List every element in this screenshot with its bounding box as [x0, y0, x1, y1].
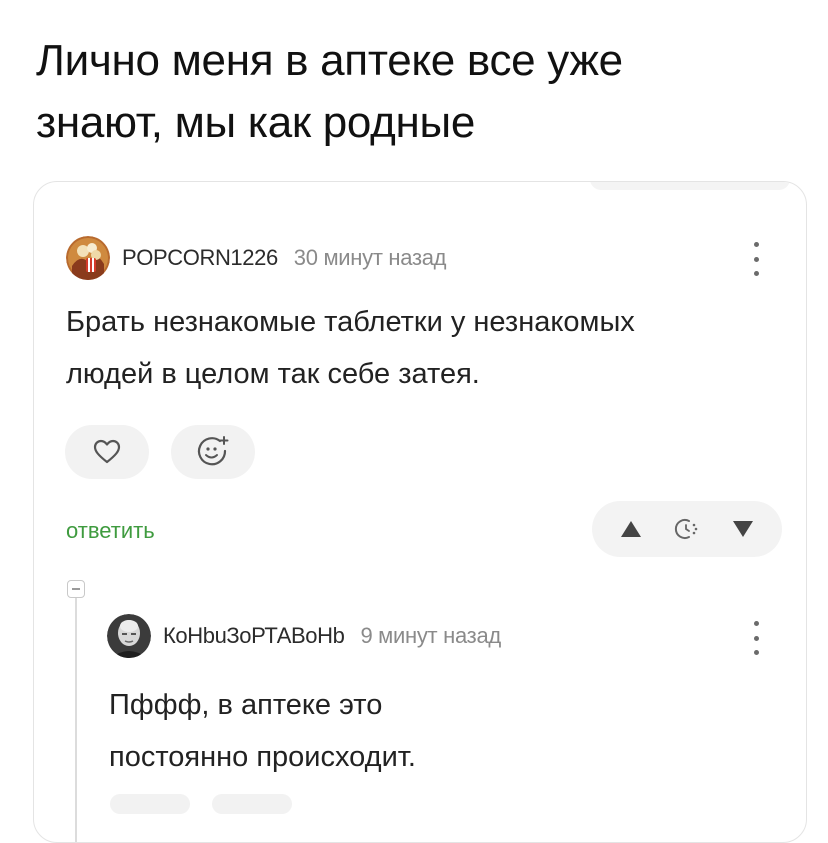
like-button[interactable] [65, 425, 149, 479]
reply-add-reaction-button[interactable] [212, 794, 292, 814]
reply-like-button[interactable] [110, 794, 190, 814]
comment-header: POPCORN1226 30 минут назад [66, 236, 447, 280]
comment-text-line-1: Брать незнакомые таблетки у незнакомых [66, 306, 635, 338]
reply-link[interactable]: ответить [66, 518, 155, 544]
comment-username[interactable]: POPCORN1226 [122, 245, 278, 271]
heart-outline-icon [93, 439, 121, 464]
reply-text: Пффф, в аптеке это постоянно происходит. [109, 679, 416, 783]
hidden-rating [673, 517, 701, 541]
vote-control [592, 501, 782, 557]
thread-line [75, 596, 77, 842]
triangle-up-icon [621, 521, 641, 537]
meme-caption: Лично меня в аптеке все уже знают, мы ка… [36, 30, 796, 154]
reply-more-menu-icon[interactable] [746, 621, 766, 655]
popcorn-avatar-icon[interactable] [66, 236, 110, 280]
comment-text-line-2: людей в целом так себе затея. [66, 358, 480, 390]
bald-man-avatar-icon[interactable] [107, 614, 151, 658]
comment-timestamp: 30 минут назад [293, 245, 447, 270]
reply-header: КоНbuЗоРТАВоНb 9 минут назад [107, 614, 501, 658]
previous-comment-edge [590, 182, 790, 190]
downvote-button[interactable] [731, 519, 755, 539]
meme-caption-line-2: знают, мы как родные [36, 98, 476, 147]
upvote-button[interactable] [619, 519, 643, 539]
triangle-down-icon [733, 521, 753, 537]
reply-timestamp: 9 минут назад [360, 623, 501, 648]
add-emoji-icon [197, 436, 229, 466]
reply-text-line-2: постоянно происходит. [109, 741, 416, 773]
reply-username[interactable]: КоНbuЗоРТАВоНb [163, 623, 345, 649]
meme-caption-line-1: Лично меня в аптеке все уже [36, 36, 623, 85]
hidden-rating-clock-icon [674, 519, 698, 539]
collapse-thread-icon[interactable] [67, 580, 85, 598]
comment-more-menu-icon[interactable] [746, 242, 766, 276]
reply-text-line-1: Пффф, в аптеке это [109, 689, 383, 721]
comment-text: Брать незнакомые таблетки у незнакомых л… [66, 296, 635, 400]
add-reaction-button[interactable] [171, 425, 255, 479]
comments-card: POPCORN1226 30 минут назад Брать незнако… [33, 181, 807, 843]
